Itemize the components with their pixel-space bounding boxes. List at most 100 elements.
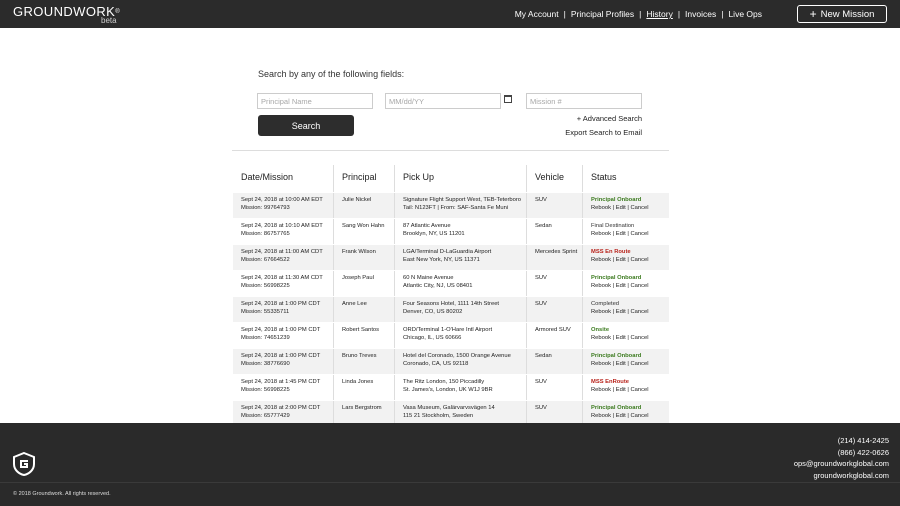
table-row[interactable]: Sept 24, 2018 at 1:00 PM CDT Mission: 387… bbox=[233, 348, 669, 374]
rebook-link[interactable]: Rebook bbox=[591, 309, 611, 315]
mission-date: Sept 24, 2018 at 11:00 AM CDT bbox=[241, 249, 323, 255]
mission-number: Mission: 56998225 bbox=[241, 283, 290, 289]
cancel-link[interactable]: Cancel bbox=[630, 257, 648, 263]
edit-link[interactable]: Edit bbox=[616, 205, 626, 211]
mission-number: Mission: 99764793 bbox=[241, 205, 290, 211]
calendar-icon[interactable] bbox=[504, 95, 512, 103]
cancel-link[interactable]: Cancel bbox=[630, 205, 648, 211]
rebook-link[interactable]: Rebook bbox=[591, 283, 611, 289]
rebook-link[interactable]: Rebook bbox=[591, 257, 611, 263]
header-pickup[interactable]: Pick Up bbox=[394, 165, 526, 192]
edit-link[interactable]: Edit bbox=[616, 257, 626, 263]
website-link[interactable]: groundworkglobal.com bbox=[794, 470, 889, 482]
rebook-link[interactable]: Rebook bbox=[591, 335, 611, 341]
edit-link[interactable]: Edit bbox=[616, 309, 626, 315]
registered-mark: ® bbox=[115, 9, 121, 15]
edit-link[interactable]: Edit bbox=[616, 361, 626, 367]
cell-date-mission: Sept 24, 2018 at 11:00 AM CDT Mission: 67… bbox=[233, 245, 333, 270]
nav-history[interactable]: History bbox=[646, 9, 672, 19]
pickup-line-2: Atlantic City, NJ, US 08401 bbox=[403, 283, 473, 289]
status-text: MSS EnRoute bbox=[591, 379, 630, 385]
cell-vehicle: Armored SUV bbox=[526, 323, 582, 348]
date-input[interactable] bbox=[385, 93, 501, 109]
table-row[interactable]: Sept 24, 2018 at 1:45 PM CDT Mission: 569… bbox=[233, 374, 669, 400]
mission-date: Sept 24, 2018 at 1:00 PM CDT bbox=[241, 327, 321, 333]
cell-status: Onsite Rebook | Edit | Cancel bbox=[582, 323, 669, 348]
phone-1[interactable]: (214) 414-2425 bbox=[794, 435, 889, 447]
pickup-line-1: Hotel del Coronado, 1500 Orange Avenue bbox=[403, 353, 511, 359]
export-search-link[interactable]: Export Search to Email bbox=[565, 128, 642, 137]
rebook-link[interactable]: Rebook bbox=[591, 231, 611, 237]
header-date-mission[interactable]: Date/Mission bbox=[233, 165, 333, 192]
row-actions: Rebook | Edit | Cancel bbox=[591, 283, 649, 289]
cell-status: Final Destination Rebook | Edit | Cancel bbox=[582, 219, 669, 244]
pickup-line-1: LGA/Terminal D-LaGuardia Airport bbox=[403, 249, 492, 255]
cell-status: Completed Rebook | Edit | Cancel bbox=[582, 297, 669, 322]
cancel-link[interactable]: Cancel bbox=[630, 309, 648, 315]
footer-divider bbox=[0, 482, 900, 483]
mission-number: Mission: 56998225 bbox=[241, 387, 290, 393]
cell-principal: Joseph Paul bbox=[333, 271, 394, 296]
row-actions: Rebook | Edit | Cancel bbox=[591, 231, 649, 237]
rebook-link[interactable]: Rebook bbox=[591, 361, 611, 367]
pickup-line-2: 115 21 Stockholm, Sweden bbox=[403, 413, 474, 419]
rebook-link[interactable]: Rebook bbox=[591, 387, 611, 393]
edit-link[interactable]: Edit bbox=[616, 413, 626, 419]
search-button[interactable]: Search bbox=[258, 115, 354, 136]
edit-link[interactable]: Edit bbox=[616, 335, 626, 341]
contact-info: (214) 414-2425 (866) 422-0626 ops@ground… bbox=[794, 435, 889, 481]
nav-live-ops[interactable]: Live Ops bbox=[728, 9, 762, 19]
cancel-link[interactable]: Cancel bbox=[630, 283, 648, 289]
cancel-link[interactable]: Cancel bbox=[630, 387, 648, 393]
rebook-link[interactable]: Rebook bbox=[591, 413, 611, 419]
advanced-search-link[interactable]: + Advanced Search bbox=[577, 114, 642, 123]
pickup-line-1: 87 Atlantic Avenue bbox=[403, 223, 451, 229]
rebook-link[interactable]: Rebook bbox=[591, 205, 611, 211]
mission-number: Mission: 74651239 bbox=[241, 335, 290, 341]
header-vehicle[interactable]: Vehicle bbox=[526, 165, 582, 192]
nav-principal-profiles[interactable]: Principal Profiles bbox=[571, 9, 634, 19]
main-nav: My Account | Principal Profiles | Histor… bbox=[515, 9, 762, 19]
cancel-link[interactable]: Cancel bbox=[630, 231, 648, 237]
cancel-link[interactable]: Cancel bbox=[630, 361, 648, 367]
pickup-line-2: Brooklyn, NY, US 11201 bbox=[403, 231, 465, 237]
pickup-line-2: East New York, NY, US 11371 bbox=[403, 257, 480, 263]
table-row[interactable]: Sept 24, 2018 at 10:10 AM EDT Mission: 86… bbox=[233, 218, 669, 244]
cancel-link[interactable]: Cancel bbox=[630, 413, 648, 419]
table-row[interactable]: Sept 24, 2018 at 11:30 AM CDT Mission: 56… bbox=[233, 270, 669, 296]
header-status[interactable]: Status bbox=[582, 165, 669, 192]
phone-2[interactable]: (866) 422-0626 bbox=[794, 447, 889, 459]
row-actions: Rebook | Edit | Cancel bbox=[591, 309, 649, 315]
principal-name-input[interactable] bbox=[257, 93, 373, 109]
cancel-link[interactable]: Cancel bbox=[630, 335, 648, 341]
edit-link[interactable]: Edit bbox=[616, 231, 626, 237]
cell-date-mission: Sept 24, 2018 at 10:00 AM EDT Mission: 99… bbox=[233, 193, 333, 218]
nav-my-account[interactable]: My Account bbox=[515, 9, 559, 19]
plus-icon: + bbox=[809, 7, 817, 21]
status-text: Principal Onboard bbox=[591, 275, 642, 281]
edit-link[interactable]: Edit bbox=[616, 387, 626, 393]
cell-date-mission: Sept 24, 2018 at 10:10 AM EDT Mission: 86… bbox=[233, 219, 333, 244]
cell-date-mission: Sept 24, 2018 at 1:45 PM CDT Mission: 569… bbox=[233, 375, 333, 400]
pickup-line-2: Tail: N123FT | From: SAF-Santa Fe Muni bbox=[403, 205, 509, 211]
cell-vehicle: Sedan bbox=[526, 349, 582, 374]
new-mission-button[interactable]: + New Mission bbox=[797, 5, 887, 23]
mission-number-input[interactable] bbox=[526, 93, 642, 109]
email-link[interactable]: ops@groundworkglobal.com bbox=[794, 458, 889, 470]
pickup-line-2: Coronado, CA, US 92118 bbox=[403, 361, 469, 367]
edit-link[interactable]: Edit bbox=[616, 283, 626, 289]
header-principal[interactable]: Principal bbox=[333, 165, 394, 192]
table-row[interactable]: Sept 24, 2018 at 10:00 AM EDT Mission: 99… bbox=[233, 192, 669, 218]
cell-pickup: LGA/Terminal D-LaGuardia Airport East New… bbox=[394, 245, 526, 270]
table-row[interactable]: Sept 24, 2018 at 1:00 PM CDT Mission: 553… bbox=[233, 296, 669, 322]
cell-status: Principal Onboard Rebook | Edit | Cancel bbox=[582, 349, 669, 374]
table-row[interactable]: Sept 24, 2018 at 11:00 AM CDT Mission: 67… bbox=[233, 244, 669, 270]
cell-vehicle: Sedan bbox=[526, 219, 582, 244]
table-row[interactable]: Sept 24, 2018 at 1:00 PM CDT Mission: 746… bbox=[233, 322, 669, 348]
table-body: Sept 24, 2018 at 10:00 AM EDT Mission: 99… bbox=[233, 192, 669, 426]
mission-date: Sept 24, 2018 at 10:00 AM EDT bbox=[241, 197, 323, 203]
nav-invoices[interactable]: Invoices bbox=[685, 9, 716, 19]
status-text: Final Destination bbox=[591, 223, 635, 229]
cell-pickup: Signature Flight Support West, TEB-Teter… bbox=[394, 193, 526, 218]
row-actions: Rebook | Edit | Cancel bbox=[591, 413, 649, 419]
